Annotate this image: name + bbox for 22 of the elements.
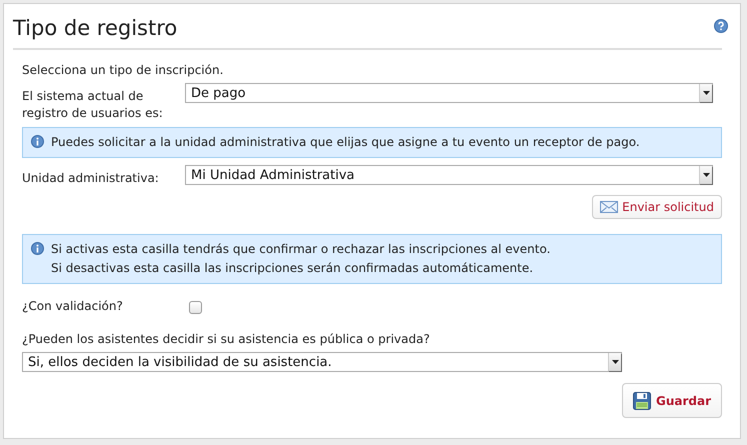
info-text: Si desactivas esta casilla las inscripciones serán confirmadas automáticamente. — [51, 260, 534, 277]
envelope-icon — [600, 201, 618, 213]
caret-icon — [612, 360, 618, 364]
field-label: Unidad administrativa: — [22, 170, 160, 187]
dropdown[interactable]: Si, ellos deciden la visibilidad de su asistencia. — [22, 352, 622, 372]
panel-title: Tipo de registro — [13, 15, 178, 40]
info-text: Puedes solicitar a la unidad administrativa que elijas que asigne a tu evento un receptor de pago. — [51, 134, 640, 151]
caret-icon — [702, 173, 710, 177]
send-button[interactable]: Enviar solicitud — [592, 195, 722, 219]
dropdown[interactable]: Mi Unidad Administrativa — [185, 165, 713, 185]
field-label: ¿Con validación? — [22, 298, 124, 315]
info-icon — [31, 242, 44, 255]
help-icon[interactable] — [714, 19, 728, 33]
question-text: ¿Pueden los asistentes decidir si su asistencia es pública o privada? — [22, 332, 431, 346]
dropdown[interactable]: De pago — [185, 83, 713, 103]
instruction-text: Selecciona un tipo de inscripción. — [22, 63, 224, 79]
field-label: El sistema actual de registro de usuarios es: — [22, 88, 164, 122]
checkbox[interactable] — [189, 301, 202, 314]
info-text: Si activas esta casilla tendrás que confirmar o rechazar las inscripciones al evento. — [51, 241, 550, 258]
info-icon — [31, 135, 44, 148]
caret-icon — [702, 91, 710, 95]
save-button[interactable]: Guardar — [622, 383, 722, 418]
